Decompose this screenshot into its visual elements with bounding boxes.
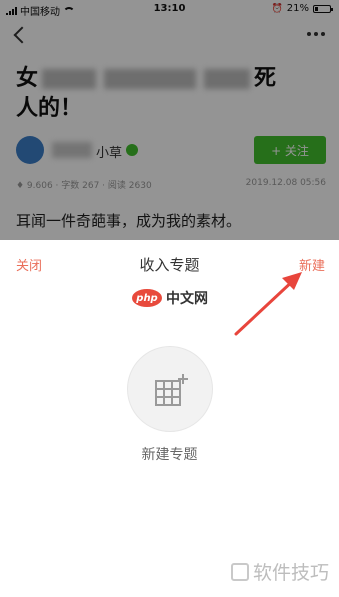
- grid-plus-icon: [155, 374, 188, 406]
- red-arrow-annotation: [234, 272, 302, 336]
- watermark: 软件技巧: [230, 558, 329, 585]
- article-backdrop: 中国移动 13:10 ⏰ 21% 女 死 人的！ 小草 + 关注 ♦ 9.606…: [0, 0, 339, 240]
- collection-sheet: 关闭 收入专题 新建 php 中文网 新建专题 软件技巧: [0, 240, 339, 597]
- php-logo-text: 中文网: [166, 291, 208, 307]
- watermark-text: 软件技巧: [252, 562, 329, 584]
- new-collection-button[interactable]: [127, 346, 213, 432]
- modal-overlay[interactable]: [0, 0, 339, 240]
- new-collection-label: 新建专题: [141, 447, 198, 463]
- watermark-icon: [230, 562, 249, 581]
- php-logo-badge: php: [132, 289, 162, 307]
- php-logo: php 中文网: [132, 288, 208, 308]
